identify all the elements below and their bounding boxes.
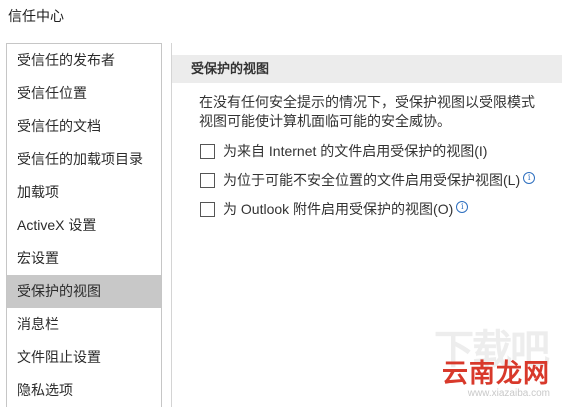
watermark-url: www.xiazaiba.com: [467, 388, 550, 399]
watermark-brand: 云南龙网: [441, 358, 550, 388]
description-line: 视图可能使计算机面临可能的安全威协。: [199, 113, 451, 129]
sidebar-nav: 受信任的发布者 受信任位置 受信任的文档 受信任的加载项目录 加载项 Activ…: [6, 43, 162, 407]
sidebar-item-message-bar[interactable]: 消息栏: [7, 308, 161, 341]
description-line: 在没有任何安全提示的情况下，受保护视图以受限模式: [199, 94, 535, 110]
sidebar-item-macro-settings[interactable]: 宏设置: [7, 242, 161, 275]
unsafe-locations-label[interactable]: 为位于可能不安全位置的文件启用受保护视图(L): [223, 172, 520, 188]
outlook-attachments-label[interactable]: 为 Outlook 附件启用受保护的视图(O): [223, 201, 453, 217]
unsafe-locations-checkbox[interactable]: [200, 173, 215, 188]
section-description: 在没有任何安全提示的情况下，受保护视图以受限模式 视图可能使计算机面临可能的安全…: [172, 93, 562, 131]
sidebar-item-trusted-documents[interactable]: 受信任的文档: [7, 110, 161, 143]
sidebar-item-protected-view[interactable]: 受保护的视图: [7, 275, 161, 308]
outlook-attachments-checkbox[interactable]: [200, 202, 215, 217]
sidebar-item-trusted-publishers[interactable]: 受信任的发布者: [7, 44, 161, 77]
internet-files-label[interactable]: 为来自 Internet 的文件启用受保护的视图(I): [223, 143, 487, 159]
option-outlook-attachments: 为 Outlook 附件启用受保护的视图(O) i: [172, 195, 562, 224]
sidebar-item-trusted-addin-catalogs[interactable]: 受信任的加载项目录: [7, 143, 161, 176]
sidebar-item-file-block-settings[interactable]: 文件阻止设置: [7, 341, 161, 374]
internet-files-checkbox[interactable]: [200, 144, 215, 159]
option-unsafe-locations: 为位于可能不安全位置的文件启用受保护视图(L) i: [172, 166, 562, 195]
info-icon[interactable]: i: [523, 172, 536, 184]
option-internet-files: 为来自 Internet 的文件启用受保护的视图(I): [172, 137, 562, 166]
trust-center-window: 信任中心 受信任的发布者 受信任位置 受信任的文档 受信任的加载项目录 加载项 …: [0, 0, 562, 407]
window-title: 信任中心: [8, 8, 64, 24]
info-icon[interactable]: i: [456, 201, 469, 213]
sidebar-item-addins[interactable]: 加载项: [7, 176, 161, 209]
sidebar-item-trusted-locations[interactable]: 受信任位置: [7, 77, 161, 110]
site-watermark: 下载吧 云南龙网 www.xiazaiba.com: [434, 328, 550, 399]
section-title: 受保护的视图: [172, 55, 562, 83]
sidebar-item-privacy-options[interactable]: 隐私选项: [7, 374, 161, 407]
sidebar-item-activex-settings[interactable]: ActiveX 设置: [7, 209, 161, 242]
